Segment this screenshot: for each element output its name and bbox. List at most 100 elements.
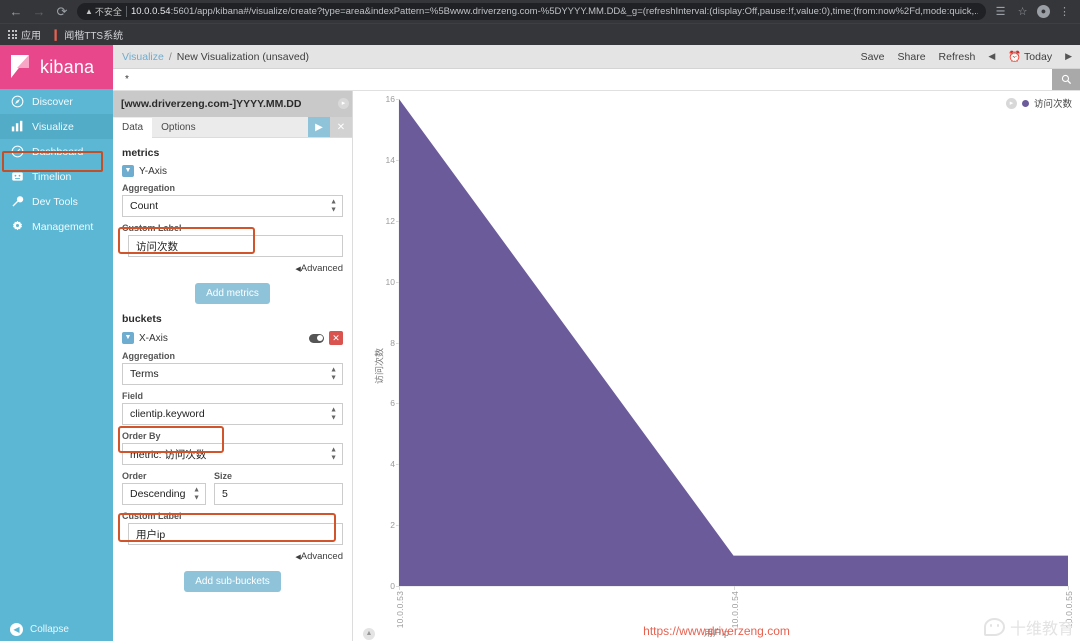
bucket-aggregation-select[interactable] <box>122 363 343 385</box>
sidebar-item-visualize[interactable]: Visualize <box>0 114 113 139</box>
sidebar-item-management[interactable]: Management <box>0 214 113 239</box>
share-button[interactable]: Share <box>898 51 926 63</box>
area-series-path[interactable] <box>399 99 1068 586</box>
bucket-size-row <box>214 483 343 505</box>
bucket-field-select[interactable] <box>122 403 343 425</box>
bucket-order-by-row: ▲▼ <box>122 443 343 465</box>
metric-custom-label-input[interactable] <box>128 235 343 257</box>
cast-icon[interactable]: ☰ <box>993 5 1008 18</box>
sidebar-collapse-button[interactable]: ◀ Collapse <box>0 617 113 641</box>
y-axis-tick: 10 <box>385 276 395 287</box>
bucket-custom-label-input[interactable] <box>128 523 343 545</box>
buckets-section-title: buckets <box>122 313 162 325</box>
url-text: 10.0.0.54:5601/app/kibana#/visualize/cre… <box>131 6 978 17</box>
x-axis-tick: 10.0.0.53 <box>395 591 405 629</box>
discard-changes-button[interactable]: ✕ <box>330 117 352 137</box>
profile-avatar[interactable]: ● <box>1037 5 1050 18</box>
bucket-order-row: ▲▼ <box>122 483 206 505</box>
add-metrics-button[interactable]: Add metrics <box>195 283 270 304</box>
y-axis-tick: 4 <box>390 459 395 470</box>
save-button[interactable]: Save <box>861 51 885 63</box>
bucket-custom-label-row <box>122 523 343 545</box>
y-axis-label: Y-Axis <box>139 165 167 177</box>
bookmark-apps[interactable]: 应用 <box>8 27 41 42</box>
y-axis-tick: 2 <box>390 520 395 531</box>
forward-arrow-icon[interactable]: → <box>31 4 47 20</box>
bucket-order-select[interactable] <box>122 483 206 505</box>
sidebar-item-dashboard[interactable]: Dashboard <box>0 139 113 164</box>
panel-body: metrics ▼ Y-Axis Aggregation ▲▼ Custom L… <box>113 138 352 641</box>
collapse-toggle-icon[interactable]: ▼ <box>122 165 134 177</box>
remove-bucket-button[interactable]: ✕ <box>329 331 343 345</box>
tab-options[interactable]: Options <box>152 117 204 137</box>
y-axis-title: 访问次数 <box>374 347 385 385</box>
url-host: 10.0.0.54 <box>130 6 171 17</box>
chevron-left-icon[interactable]: ◀ <box>988 51 995 62</box>
back-arrow-icon[interactable]: ← <box>8 4 24 20</box>
bucket-enable-toggle[interactable] <box>309 333 324 343</box>
tabs-spacer <box>205 117 308 137</box>
bucket-order-by-select[interactable] <box>122 443 343 465</box>
topbar-actions: Save Share Refresh ◀ ⏰ Today ▶ <box>861 50 1072 64</box>
wrench-icon <box>10 195 24 209</box>
sidebar-item-timelion[interactable]: Timelion <box>0 164 113 189</box>
bookmark-star-icon[interactable]: ☆ <box>1015 5 1030 18</box>
sidebar-item-dev-tools[interactable]: Dev Tools <box>0 189 113 214</box>
breadcrumb-visualize[interactable]: Visualize <box>122 51 164 63</box>
bookmarks-bar: 应用 ❙ 闻楷TTS系统 <box>0 23 1080 45</box>
apps-grid-icon <box>8 30 17 39</box>
apply-changes-button[interactable]: ▶ <box>308 117 330 137</box>
metric-aggregation-row: ▲▼ <box>122 195 343 217</box>
refresh-button[interactable]: Refresh <box>939 51 976 63</box>
sidebar-collapse-label: Collapse <box>30 623 69 635</box>
x-tick-mark <box>1068 586 1069 590</box>
collapse-toggle-icon[interactable]: ▼ <box>122 332 134 344</box>
address-bar[interactable]: ▲ 不安全 10.0.0.54:5601/app/kibana#/visuali… <box>77 3 986 20</box>
visualization-config-panel: [www.driverzeng.com-]YYYY.MM.DD ▸ Data O… <box>113 91 353 641</box>
query-bar <box>113 69 1080 91</box>
search-input[interactable] <box>113 69 1052 90</box>
browser-chrome: ← → ⟳ ▲ 不安全 10.0.0.54:5601/app/kibana#/v… <box>0 0 1080 45</box>
insecure-label: 不安全 <box>94 7 122 17</box>
y-axis-tick: 12 <box>385 215 395 226</box>
chrome-menu-icon[interactable]: ⋮ <box>1057 5 1072 18</box>
sidebar-item-discover[interactable]: Discover <box>0 89 113 114</box>
add-sub-buckets-button[interactable]: Add sub-buckets <box>184 571 281 592</box>
search-icon <box>1061 74 1071 85</box>
address-divider <box>125 6 127 17</box>
sidebar-item-label: Visualize <box>32 120 74 133</box>
legend-collapse-icon[interactable]: ▸ <box>1005 97 1017 109</box>
legend-item-label[interactable]: 访问次数 <box>1034 96 1072 110</box>
bookmark-tts[interactable]: ❙ 闻楷TTS系统 <box>51 27 123 42</box>
metric-advanced-toggle[interactable]: ◀Advanced <box>122 263 343 274</box>
area-series-svg <box>398 99 1068 587</box>
reload-icon[interactable]: ⟳ <box>54 4 70 20</box>
chevron-right-icon[interactable]: ▶ <box>1065 51 1072 62</box>
metric-custom-label-row <box>122 235 343 257</box>
global-nav-sidebar: kibana Discover Visualize Dashboard Time <box>0 45 113 641</box>
x-tick-mark <box>733 586 735 590</box>
time-picker-button[interactable]: ⏰ Today <box>1008 50 1052 63</box>
bar-chart-icon <box>10 120 24 134</box>
sidebar-item-label: Dev Tools <box>32 195 78 208</box>
chart-collapse-icon[interactable]: ▲ <box>363 628 375 640</box>
bookmark-favicon-icon: ❙ <box>51 29 61 41</box>
index-pattern-title: [www.driverzeng.com-]YYYY.MM.DD <box>113 91 352 117</box>
tab-data[interactable]: Data <box>113 118 153 138</box>
x-axis-tick: 10.0.0.55 <box>1064 591 1074 629</box>
panel-collapse-icon[interactable]: ▸ <box>338 98 349 109</box>
timelion-icon <box>10 170 24 184</box>
x-axis-agg-header: ▼ X-Axis ✕ <box>122 331 343 345</box>
kibana-brand[interactable]: kibana <box>0 45 113 89</box>
sidebar-item-label: Discover <box>32 95 73 108</box>
x-axis-tick: 10.0.0.54 <box>729 591 740 629</box>
metric-aggregation-select[interactable] <box>122 195 343 217</box>
y-axis-tick: 0 <box>390 581 395 591</box>
bucket-field-row: ▲▼ <box>122 403 343 425</box>
bucket-size-input[interactable] <box>214 483 343 505</box>
kibana-app: kibana Discover Visualize Dashboard Time <box>0 45 1080 641</box>
bucket-advanced-toggle[interactable]: ◀Advanced <box>122 551 343 562</box>
gear-icon <box>10 220 24 234</box>
url-path: :5601/app/kibana#/visualize/create?type=… <box>170 6 978 17</box>
search-button[interactable] <box>1052 69 1080 90</box>
